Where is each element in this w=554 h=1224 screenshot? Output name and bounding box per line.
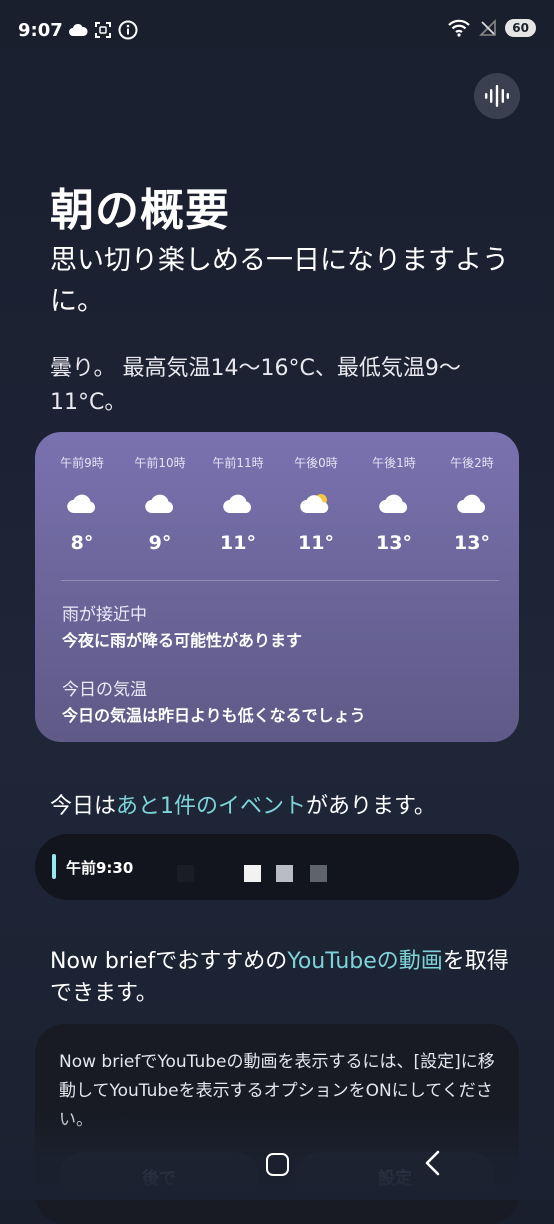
home-button[interactable] [266, 1153, 289, 1176]
cloud-icon [67, 494, 96, 514]
hour-label: 午前9時 [60, 456, 104, 470]
hour-temp: 13° [454, 532, 490, 554]
event-color-bar [52, 854, 56, 879]
weather-card[interactable]: 午前9時 8° 午前10時 9° 午前11時 11° 午後0時 11° 午後1時… [35, 432, 519, 742]
status-bar: 9:07 60 [0, 0, 554, 60]
page-title: 朝の概要 [50, 185, 230, 236]
events-summary: 今日はあと1件のイベントがあります。 [50, 788, 436, 820]
hour-temp: 9° [148, 532, 172, 554]
voice-wave-icon [485, 85, 509, 107]
alert-title: 雨が接近中 [62, 605, 147, 625]
hour-label: 午後1時 [372, 456, 416, 470]
events-prefix: 今日は [50, 794, 117, 819]
info-icon [118, 20, 138, 40]
cloud-icon [379, 494, 408, 514]
hour-forecast: 午前10時 9° [121, 454, 199, 554]
hour-label: 午前11時 [212, 456, 264, 470]
cloud-icon [457, 494, 486, 514]
youtube-link[interactable]: YouTubeの動画 [287, 949, 442, 974]
divider [61, 580, 499, 581]
events-suffix: があります。 [306, 794, 436, 819]
hour-temp: 13° [376, 532, 412, 554]
voice-button[interactable] [474, 73, 520, 119]
wifi-icon [448, 19, 471, 37]
event-card[interactable]: 午前9:30 [35, 834, 519, 900]
cloud-icon [69, 23, 88, 36]
alert-text: 今日の気温は昨日よりも低くなるでしょう [62, 706, 366, 725]
event-time: 午前9:30 [66, 859, 134, 877]
battery-indicator: 60 [505, 19, 536, 37]
page-indicator-dot [276, 865, 293, 882]
hour-label: 午後0時 [294, 456, 338, 470]
hour-forecast: 午前11時 11° [199, 454, 277, 554]
youtube-prefix: Now briefでおすすめの [50, 949, 288, 974]
hour-forecast: 午後1時 13° [355, 454, 433, 554]
partly-sunny-icon [300, 494, 329, 514]
hour-forecast: 午後2時 13° [433, 454, 511, 554]
events-link[interactable]: あと1件のイベント [116, 794, 306, 819]
cloud-icon [145, 494, 174, 514]
screenshot-icon [95, 22, 111, 38]
hour-forecast: 午後0時 11° [277, 454, 355, 554]
hour-temp: 8° [70, 532, 94, 554]
alert-title: 今日の気温 [62, 680, 147, 700]
cloud-icon [223, 494, 252, 514]
page-indicator-dot [177, 865, 194, 882]
hourly-forecast: 午前9時 8° 午前10時 9° 午前11時 11° 午後0時 11° 午後1時… [35, 454, 519, 554]
hour-temp: 11° [298, 532, 334, 554]
page-indicator-dot [310, 865, 327, 882]
hour-label: 午後2時 [450, 456, 494, 470]
page-subtitle: 思い切り楽しめる一日になりますように。 [50, 245, 509, 317]
back-icon[interactable] [424, 1150, 442, 1176]
no-signal-icon [479, 19, 497, 36]
hour-label: 午前10時 [134, 456, 186, 470]
weather-summary: 曇り。 最高気温14～16°C、最低気温9～11°C。 [50, 356, 461, 415]
hour-forecast: 午前9時 8° [43, 454, 121, 554]
page-indicator-dot [244, 865, 261, 882]
status-time: 9:07 [18, 20, 63, 41]
alert-text: 今夜に雨が降る可能性があります [62, 631, 303, 650]
hour-temp: 11° [220, 532, 256, 554]
navigation-bar [0, 1140, 554, 1200]
youtube-summary: Now briefでおすすめのYouTubeの動画を取得できます。 [50, 946, 510, 1010]
